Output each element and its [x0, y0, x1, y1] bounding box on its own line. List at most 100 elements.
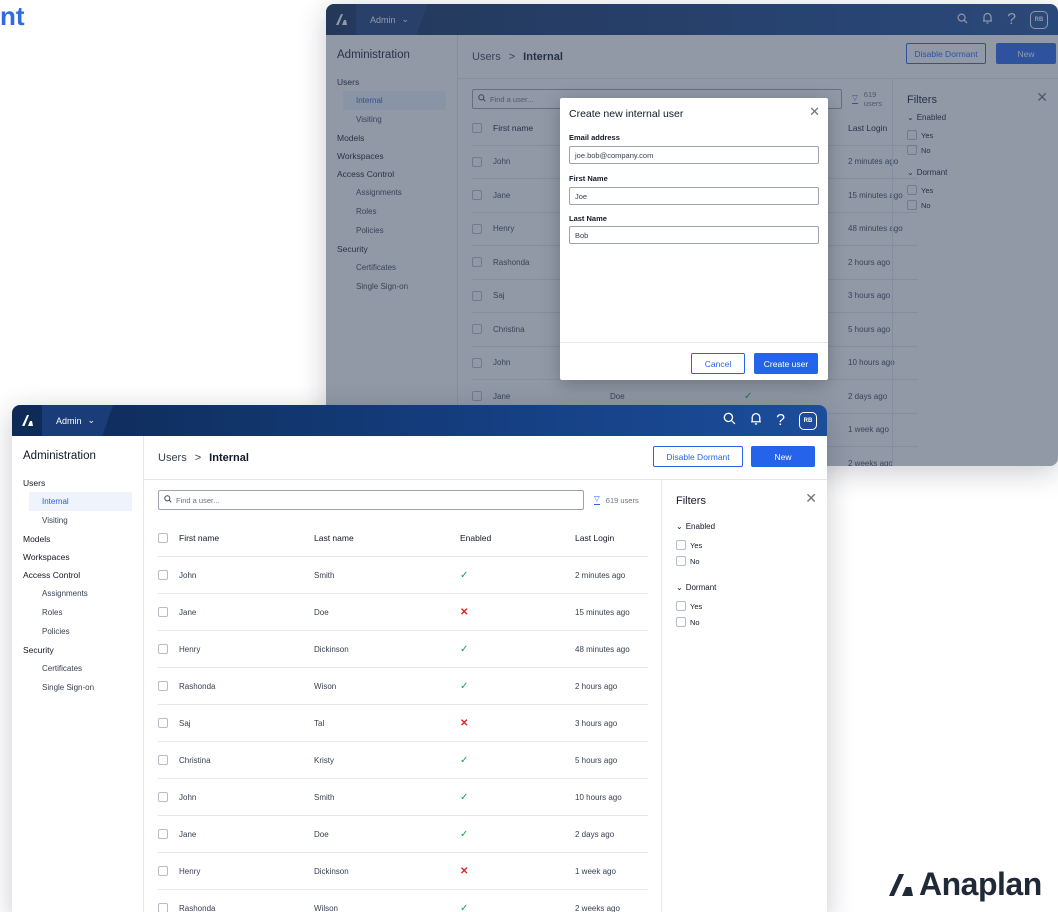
breadcrumb-parent[interactable]: Users: [472, 51, 501, 63]
filter-group-toggle[interactable]: ⌄ Enabled: [907, 113, 946, 122]
table-row[interactable]: John Smith ✓ 2 minutes ago: [158, 557, 648, 594]
table-row[interactable]: Rashonda Wison ✓ 2 hours ago: [158, 668, 648, 705]
filter-checkbox[interactable]: [907, 200, 917, 210]
select-all-checkbox[interactable]: [158, 533, 168, 543]
table-row[interactable]: Henry Dickinson ✕ 1 week ago: [158, 853, 648, 890]
table-row[interactable]: Rashonda Wilson ✓ 2 weeks ago: [158, 890, 648, 912]
help-icon[interactable]: ?: [776, 412, 785, 429]
last-name-field[interactable]: Bob: [569, 226, 819, 244]
table-row[interactable]: Christina Kristy ✓ 5 hours ago: [158, 742, 648, 779]
row-checkbox[interactable]: [472, 391, 482, 402]
column-header[interactable]: Last Login: [575, 533, 614, 543]
row-checkbox[interactable]: [472, 324, 482, 335]
search-box[interactable]: Find a user...: [158, 490, 584, 510]
filter-group-toggle[interactable]: ⌄ Enabled: [676, 522, 715, 531]
sidebar-item-roles[interactable]: Roles: [12, 603, 132, 622]
row-checkbox[interactable]: [158, 792, 168, 802]
admin-menu[interactable]: Admin ⌄: [42, 405, 114, 436]
new-user-button[interactable]: New: [996, 43, 1056, 64]
sidebar-item-roles[interactable]: Roles: [326, 202, 446, 221]
filter-checkbox[interactable]: [676, 556, 686, 566]
row-checkbox[interactable]: [472, 357, 482, 368]
sidebar-item-policies[interactable]: Policies: [12, 622, 132, 641]
filter-option[interactable]: No: [907, 145, 931, 155]
sidebar-item-security[interactable]: Security: [12, 641, 143, 659]
disable-dormant-button[interactable]: Disable Dormant: [653, 446, 743, 467]
row-checkbox[interactable]: [472, 290, 482, 301]
bell-icon[interactable]: [750, 412, 762, 430]
filter-option[interactable]: Yes: [676, 601, 702, 611]
sidebar-item-models[interactable]: Models: [12, 530, 143, 548]
filter-checkbox[interactable]: [676, 601, 686, 611]
new-user-button[interactable]: New: [751, 446, 815, 467]
sidebar-item-visiting[interactable]: Visiting: [12, 511, 132, 530]
anaplan-logo-icon[interactable]: [12, 405, 42, 436]
filter-checkbox[interactable]: [907, 145, 917, 155]
sidebar-item-certificates[interactable]: Certificates: [326, 258, 446, 277]
row-checkbox[interactable]: [472, 156, 482, 167]
sidebar-item-assignments[interactable]: Assignments: [326, 183, 446, 202]
row-checkbox[interactable]: [158, 570, 168, 580]
sidebar-item-models[interactable]: Models: [326, 129, 457, 147]
create-user-button[interactable]: Create user: [754, 353, 818, 374]
filter-option[interactable]: Yes: [907, 130, 933, 140]
cancel-button[interactable]: Cancel: [691, 353, 745, 374]
sidebar-item-users[interactable]: Users: [326, 73, 457, 91]
column-header[interactable]: Last Login: [848, 123, 887, 133]
close-icon[interactable]: ✕: [1036, 89, 1048, 106]
row-checkbox[interactable]: [158, 681, 168, 691]
filter-icon[interactable]: ▽: [594, 495, 600, 505]
bell-icon[interactable]: [982, 11, 993, 29]
sidebar-item-security[interactable]: Security: [326, 240, 457, 258]
sidebar-item-certificates[interactable]: Certificates: [12, 659, 132, 678]
sidebar-item-workspaces[interactable]: Workspaces: [12, 548, 143, 566]
sidebar-item-internal[interactable]: Internal: [29, 492, 132, 511]
filter-checkbox[interactable]: [907, 130, 917, 140]
row-checkbox[interactable]: [472, 223, 482, 234]
filter-option[interactable]: No: [676, 556, 700, 566]
filter-option[interactable]: Yes: [676, 540, 702, 550]
table-row[interactable]: Saj Tal ✕ 3 hours ago: [158, 705, 648, 742]
sidebar-item-access-control[interactable]: Access Control: [12, 566, 143, 584]
column-header[interactable]: First name: [179, 533, 219, 543]
row-checkbox[interactable]: [158, 644, 168, 654]
row-checkbox[interactable]: [158, 755, 168, 765]
first-name-field[interactable]: Joe: [569, 187, 819, 205]
sidebar-item-access-control[interactable]: Access Control: [326, 165, 457, 183]
filter-checkbox[interactable]: [676, 540, 686, 550]
sidebar-item-visiting[interactable]: Visiting: [326, 110, 446, 129]
close-icon[interactable]: ✕: [805, 490, 817, 507]
sidebar-item-policies[interactable]: Policies: [326, 221, 446, 240]
sidebar-item-internal[interactable]: Internal: [343, 91, 446, 110]
select-all-checkbox[interactable]: [472, 123, 482, 134]
email-field[interactable]: joe.bob@company.com: [569, 146, 819, 164]
row-checkbox[interactable]: [158, 607, 168, 617]
row-checkbox[interactable]: [158, 829, 168, 839]
table-row[interactable]: Jane Doe ✓ 2 days ago: [158, 816, 648, 853]
sidebar-item-single-sign-on[interactable]: Single Sign-on: [326, 277, 446, 296]
avatar[interactable]: RB: [799, 411, 817, 430]
table-row[interactable]: John Smith ✓ 10 hours ago: [158, 779, 648, 816]
sidebar-item-workspaces[interactable]: Workspaces: [326, 147, 457, 165]
column-header[interactable]: Last name: [314, 533, 354, 543]
filter-checkbox[interactable]: [907, 185, 917, 195]
filter-option[interactable]: Yes: [907, 185, 933, 195]
sidebar-item-users[interactable]: Users: [12, 474, 143, 492]
avatar[interactable]: RB: [1030, 10, 1048, 29]
table-row[interactable]: Henry Dickinson ✓ 48 minutes ago: [158, 631, 648, 668]
column-header[interactable]: Enabled: [460, 533, 491, 543]
filter-group-toggle[interactable]: ⌄ Dormant: [907, 168, 947, 177]
row-checkbox[interactable]: [472, 257, 482, 268]
row-checkbox[interactable]: [158, 866, 168, 876]
row-checkbox[interactable]: [158, 903, 168, 912]
search-input[interactable]: Find a user...: [176, 496, 219, 505]
close-icon[interactable]: ✕: [809, 104, 820, 120]
sidebar-item-single-sign-on[interactable]: Single Sign-on: [12, 678, 132, 697]
admin-menu[interactable]: Admin ⌄: [356, 4, 428, 35]
filter-checkbox[interactable]: [676, 617, 686, 627]
row-checkbox[interactable]: [472, 190, 482, 201]
search-input[interactable]: Find a user...: [490, 95, 533, 104]
disable-dormant-button[interactable]: Disable Dormant: [906, 43, 986, 64]
row-checkbox[interactable]: [158, 718, 168, 728]
sidebar-item-assignments[interactable]: Assignments: [12, 584, 132, 603]
